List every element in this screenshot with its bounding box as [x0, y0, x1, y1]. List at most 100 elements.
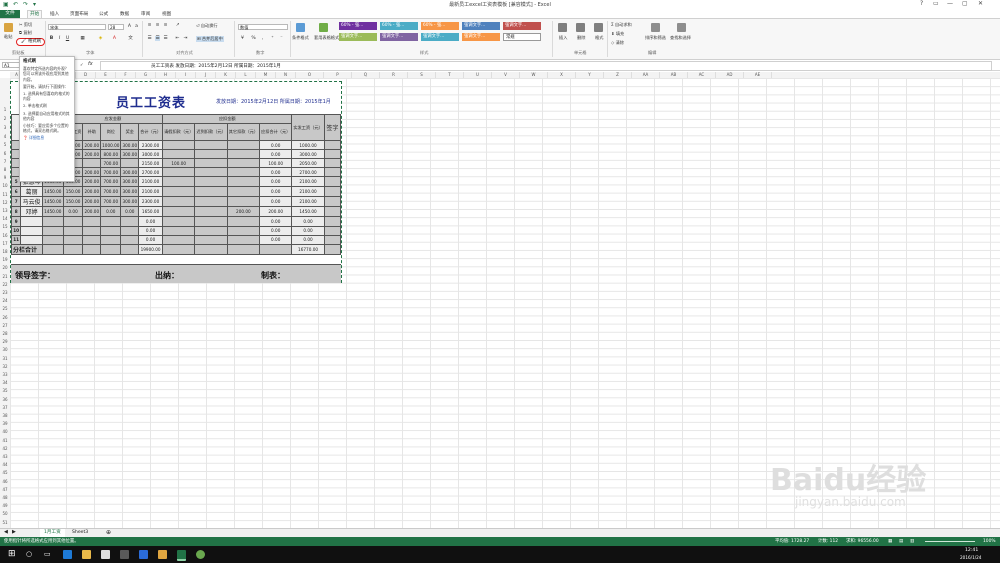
table-cell-l3[interactable] [226, 225, 261, 236]
next-sheet-icon[interactable]: ▶ [12, 529, 16, 535]
shrink-font-icon[interactable]: a [134, 24, 139, 29]
table-cell-base[interactable]: 1450.00 [41, 206, 64, 218]
row-header[interactable]: 19 [0, 257, 10, 262]
table-cell-d3[interactable]: 700.00 [100, 176, 122, 188]
format-painter-button[interactable]: 🖌 格式刷 [16, 38, 45, 46]
row-header[interactable]: 14 [0, 216, 10, 221]
row-header[interactable]: 50 [0, 511, 10, 516]
header-bonus[interactable]: 奖金 [120, 123, 140, 142]
table-cell-ded[interactable]: 0.00 [259, 186, 293, 198]
table-cell-d2[interactable]: 200.00 [82, 206, 102, 218]
signature-cell[interactable] [323, 149, 342, 160]
table-cell-ded[interactable]: 0.00 [259, 167, 293, 178]
fill-button[interactable]: ⬇ 填充 [611, 31, 624, 37]
table-cell-ded[interactable]: 0.00 [259, 176, 293, 188]
row-header[interactable]: 24 [0, 298, 10, 303]
table-cell-d4[interactable]: 300.00 [120, 167, 140, 178]
table-cell-l1[interactable] [162, 196, 196, 208]
table-cell-ded[interactable]: 0.00 [259, 149, 293, 160]
table-cell-l1[interactable] [162, 167, 196, 178]
table-cell-d2[interactable]: 200.00 [82, 149, 102, 160]
table-cell-l1[interactable] [162, 225, 196, 236]
add-sheet-icon[interactable]: ⊕ [106, 529, 111, 536]
table-cell[interactable] [226, 243, 261, 255]
row-header[interactable]: 22 [0, 282, 10, 287]
autosum-button[interactable]: Σ 自动求和 [611, 22, 632, 28]
table-cell-l1[interactable] [162, 140, 196, 151]
table-cell-total[interactable]: 3000.00 [138, 149, 164, 160]
excel-icon[interactable] [177, 550, 186, 561]
merge-center-button[interactable]: ⊞ 合并后居中 [196, 36, 224, 42]
table-cell-l2[interactable] [194, 176, 228, 188]
cashier-label[interactable]: 出纳： [155, 270, 179, 281]
cut-button[interactable]: ✂ 剪切 [19, 22, 32, 28]
table-cell-l1[interactable] [162, 206, 196, 218]
row-header[interactable]: 18 [0, 249, 10, 254]
table-cell-l2[interactable] [194, 186, 228, 198]
table-cell-total[interactable]: 2100.00 [138, 176, 164, 188]
table-cell-l3[interactable] [226, 216, 261, 227]
table-cell-l3[interactable] [226, 140, 261, 151]
row-header[interactable]: 28 [0, 331, 10, 336]
font-size-combo[interactable]: 28 [108, 24, 124, 30]
start-icon[interactable]: ⊞ [8, 549, 16, 559]
row-header[interactable]: 34 [0, 380, 10, 385]
row-header[interactable]: 20 [0, 265, 10, 270]
table-cell-l2[interactable] [194, 225, 228, 236]
align-center-icon[interactable]: ☰ [155, 36, 160, 41]
tab-review[interactable]: 审阅 [141, 11, 150, 17]
table-cell-d1[interactable]: 0.00 [62, 206, 84, 218]
insert-cells-button[interactable]: 插入 [559, 35, 567, 41]
copy-button[interactable]: ⧉ 复制 [19, 30, 32, 36]
table-cell-l3[interactable] [226, 186, 261, 198]
task-view-icon[interactable]: ▭ [44, 550, 51, 558]
table-cell-d3[interactable] [100, 234, 122, 245]
sort-filter-button[interactable]: 排序和筛选 [645, 35, 666, 41]
table-cell-l3[interactable]: 200.00 [226, 206, 261, 218]
align-top-icon[interactable]: ≡ [147, 23, 152, 28]
table-cell-name[interactable]: 葛丽 [20, 186, 43, 198]
app-icon[interactable] [196, 550, 205, 559]
table-cell-ded[interactable]: 200.00 [259, 206, 293, 218]
align-left-icon[interactable]: ☰ [147, 36, 152, 41]
table-cell-d2[interactable] [82, 225, 102, 236]
table-cell-name[interactable]: 马云俊 [20, 196, 43, 208]
row-header[interactable]: 42 [0, 446, 10, 451]
sort-filter-icon[interactable] [651, 23, 660, 32]
row-header[interactable]: 36 [0, 397, 10, 402]
table-cell[interactable] [162, 243, 196, 255]
table-cell-l2[interactable] [194, 234, 228, 245]
preparer-label[interactable]: 制表： [261, 270, 285, 281]
row-header[interactable]: 27 [0, 323, 10, 328]
table-cell-net[interactable]: 2100.00 [291, 176, 325, 188]
table-cell-net[interactable]: 3000.00 [291, 149, 325, 160]
table-cell[interactable] [100, 243, 122, 255]
signature-cell[interactable] [323, 140, 342, 151]
table-cell-base[interactable] [41, 234, 64, 245]
table-cell-name[interactable] [20, 234, 43, 245]
tab-page-layout[interactable]: 页面布局 [70, 11, 88, 17]
clock-date[interactable]: 2016/1/24 [960, 555, 981, 560]
row-header[interactable]: 26 [0, 315, 10, 320]
percent-icon[interactable]: % [251, 36, 256, 41]
find-select-button[interactable]: 查找和选择 [670, 35, 691, 41]
table-cell[interactable] [259, 243, 293, 255]
row-header[interactable]: 51 [0, 520, 10, 525]
table-cell-total[interactable]: 2700.00 [138, 167, 164, 178]
row-header[interactable]: 31 [0, 356, 10, 361]
explorer-icon[interactable] [82, 550, 91, 559]
table-cell[interactable] [194, 243, 228, 255]
row-header[interactable]: 4 [0, 134, 10, 139]
table-cell-name[interactable]: 邓婷 [20, 206, 43, 218]
table-cell-l3[interactable] [226, 234, 261, 245]
cell-style-option[interactable]: 强调文字... [462, 22, 500, 30]
table-cell-total[interactable]: 1650.00 [138, 206, 164, 218]
close-button[interactable]: ✕ [978, 0, 983, 7]
page-layout-icon[interactable]: ▤ [899, 537, 903, 546]
table-cell-d4[interactable]: 300.00 [120, 149, 140, 160]
table-cell-net[interactable]: 2100.00 [291, 196, 325, 208]
table-format-icon[interactable] [319, 23, 328, 32]
increase-decimal-icon[interactable]: ⁺ [270, 36, 275, 41]
row-header[interactable]: 10 [0, 183, 10, 188]
table-cell-base[interactable] [41, 225, 64, 236]
